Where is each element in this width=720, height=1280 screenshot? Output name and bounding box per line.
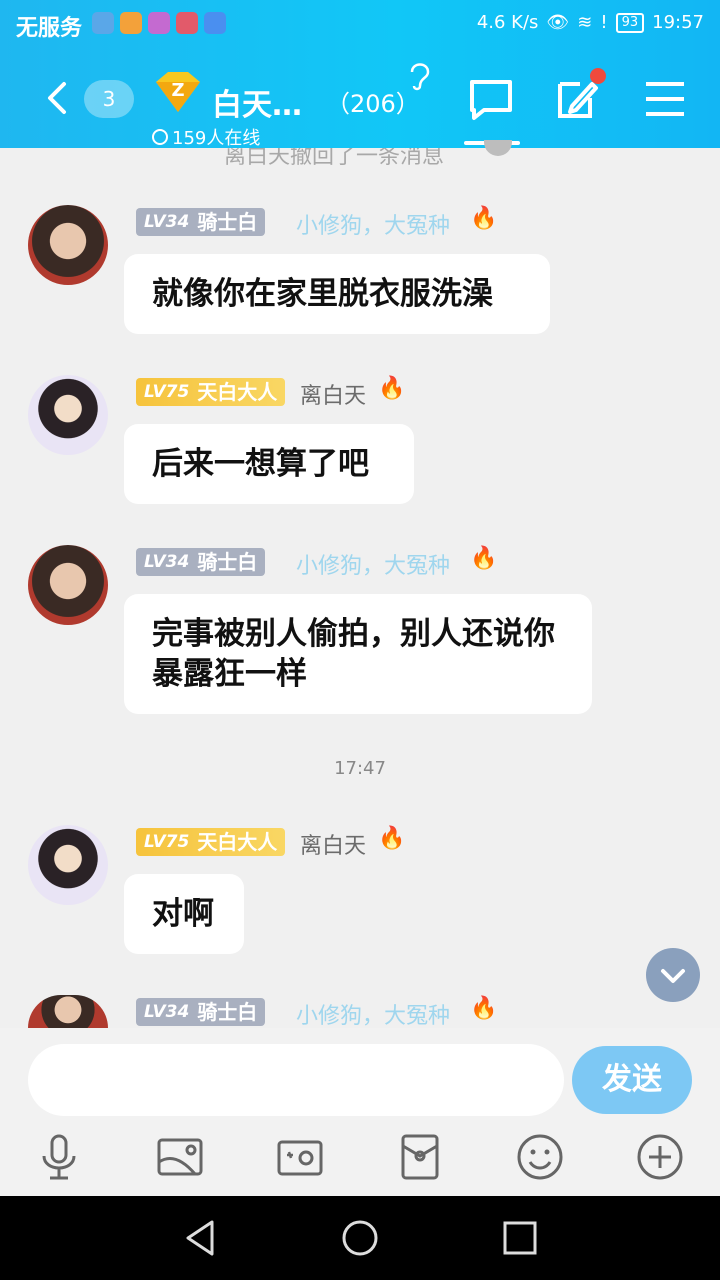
member-level-badge: LV75 天白大人: [136, 828, 286, 856]
member-title: 骑士白: [197, 210, 258, 234]
app-notification-icon: [176, 12, 198, 34]
sender-nickname[interactable]: 小修狗，大冤种: [296, 208, 450, 240]
network-speed: 4.6 K/s: [476, 12, 539, 33]
input-area: 发送: [0, 1028, 720, 1196]
notification-icons: [92, 12, 226, 34]
member-title: 骑士白: [197, 550, 258, 574]
ear-icon[interactable]: [404, 58, 434, 92]
menu-icon[interactable]: [640, 74, 690, 124]
nav-home-icon[interactable]: [340, 1218, 380, 1258]
fire-icon: 🔥: [470, 546, 498, 571]
fire-icon: 🔥: [378, 376, 406, 401]
sender-nickname[interactable]: 离白天: [300, 378, 366, 410]
member-title: 骑士白: [197, 1000, 258, 1024]
avatar[interactable]: [28, 545, 108, 625]
back-icon[interactable]: [40, 78, 72, 118]
app-notification-icon: [148, 12, 170, 34]
level-label: LV75: [144, 382, 190, 402]
message-bubble[interactable]: 后来一想算了吧: [124, 424, 414, 504]
nav-back-icon[interactable]: [180, 1218, 220, 1258]
member-title: 天白大人: [197, 830, 278, 854]
member-title: 天白大人: [197, 380, 278, 404]
message-bubble[interactable]: 完事被别人偷拍，别人还说你暴露狂一样: [124, 594, 592, 714]
app-notification-icon: [120, 12, 142, 34]
online-indicator: 159人在线: [152, 124, 260, 150]
clock: 19:57: [652, 12, 704, 33]
chat-bubble-icon[interactable]: [466, 74, 516, 124]
emoji-icon[interactable]: [515, 1132, 565, 1182]
eye-icon: 👁: [546, 12, 570, 33]
fire-icon: 🔥: [470, 206, 498, 231]
message-input[interactable]: [28, 1044, 564, 1116]
online-icon: [152, 129, 168, 145]
level-label: LV34: [144, 1002, 190, 1022]
member-level-badge: LV34 骑士白: [136, 548, 266, 576]
sender-nickname[interactable]: 离白天: [300, 828, 366, 860]
red-envelope-icon[interactable]: [395, 1132, 445, 1182]
scroll-to-bottom-button[interactable]: [646, 948, 700, 1002]
nav-recents-icon[interactable]: [500, 1218, 540, 1258]
status-bar: 无服务 4.6 K/s 👁 ≋ ! 93 19:57: [0, 0, 720, 52]
svg-text:Z: Z: [171, 80, 184, 101]
level-label: LV34: [144, 212, 190, 232]
avatar[interactable]: [28, 825, 108, 905]
send-button[interactable]: 发送: [572, 1046, 692, 1114]
avatar[interactable]: [28, 375, 108, 455]
plus-icon[interactable]: [635, 1132, 685, 1182]
carrier-label: 无服务: [16, 16, 83, 41]
microphone-icon[interactable]: [34, 1132, 84, 1182]
image-icon[interactable]: [155, 1132, 205, 1182]
wifi-icon: ≋: [577, 12, 593, 33]
avatar[interactable]: [28, 205, 108, 285]
system-nav-bar: [0, 1196, 720, 1280]
notification-dot: [590, 68, 606, 84]
chat-header: 无服务 4.6 K/s 👁 ≋ ! 93 19:57 3 Z 白天… （206）…: [0, 0, 720, 150]
camera-icon[interactable]: [275, 1132, 325, 1182]
diamond-badge-icon: Z: [156, 72, 200, 112]
battery-icon: 93: [615, 12, 645, 33]
fire-icon: 🔥: [470, 996, 498, 1021]
member-level-badge: LV34 骑士白: [136, 998, 266, 1026]
member-level-badge: LV75 天白大人: [136, 378, 286, 406]
app-notification-icon: [92, 12, 114, 34]
chat-title[interactable]: 白天…: [212, 80, 302, 124]
dismiss-icon[interactable]: [484, 140, 512, 156]
level-label: LV75: [144, 832, 190, 852]
level-label: LV34: [144, 552, 190, 572]
fire-icon: 🔥: [378, 826, 406, 851]
music-app-icon: [204, 12, 226, 34]
member-level-badge: LV34 骑士白: [136, 208, 266, 236]
avatar[interactable]: [28, 995, 108, 1028]
sender-nickname[interactable]: 小修狗，大冤种: [296, 548, 450, 580]
unread-badge[interactable]: 3: [84, 80, 134, 118]
message-bubble[interactable]: 对啊: [124, 874, 244, 954]
alert-icon: !: [600, 12, 608, 33]
online-count: 159人在线: [172, 128, 261, 149]
sender-nickname[interactable]: 小修狗，大冤种: [296, 998, 450, 1030]
timestamp-divider: 17:47: [334, 758, 386, 779]
status-right: 4.6 K/s 👁 ≋ ! 93 19:57: [477, 12, 704, 33]
message-bubble[interactable]: 就像你在家里脱衣服洗澡: [124, 254, 550, 334]
